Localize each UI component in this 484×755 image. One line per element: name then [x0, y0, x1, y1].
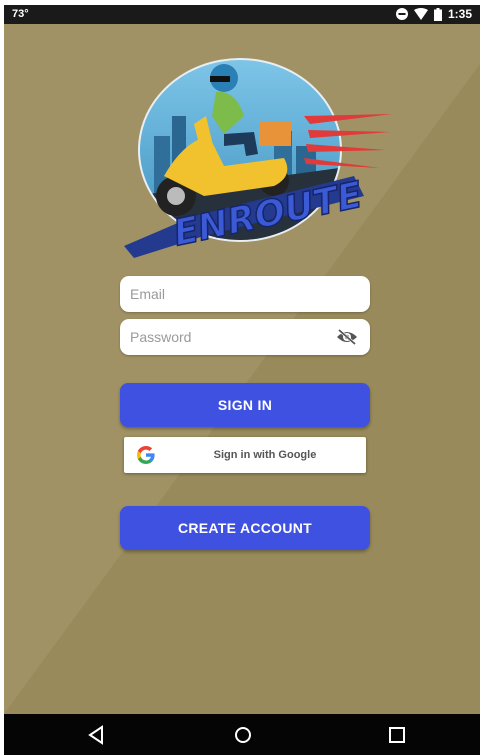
google-sign-in-label: Sign in with Google	[213, 449, 317, 461]
status-icons: 1:35	[395, 7, 472, 21]
home-icon[interactable]	[231, 724, 255, 746]
recents-icon[interactable]	[385, 724, 409, 746]
back-icon[interactable]	[84, 724, 108, 746]
password-input[interactable]	[120, 319, 320, 355]
eye-off-icon[interactable]	[336, 328, 358, 346]
status-bar: 73° 1:35	[4, 5, 480, 24]
app-frame: 73° 1:35 ENROUTE Email SIGN IN Sign in w…	[4, 0, 480, 755]
temperature-text: 73°	[12, 8, 29, 20]
enroute-logo: ENROUTE	[124, 58, 392, 258]
sign-in-button[interactable]: SIGN IN	[120, 383, 370, 427]
email-field[interactable]	[120, 276, 370, 312]
google-sign-in-button[interactable]: Sign in with Google	[124, 437, 366, 473]
login-screen: ENROUTE SIGN IN	[4, 24, 480, 714]
do-not-disturb-icon	[395, 8, 408, 20]
create-account-button[interactable]: CREATE ACCOUNT	[120, 506, 370, 550]
password-field[interactable]	[120, 319, 370, 355]
email-input[interactable]	[120, 276, 320, 312]
clock-text: 1:35	[447, 7, 472, 21]
wifi-icon	[413, 8, 428, 20]
battery-icon	[433, 7, 442, 21]
navigation-bar	[4, 714, 480, 755]
